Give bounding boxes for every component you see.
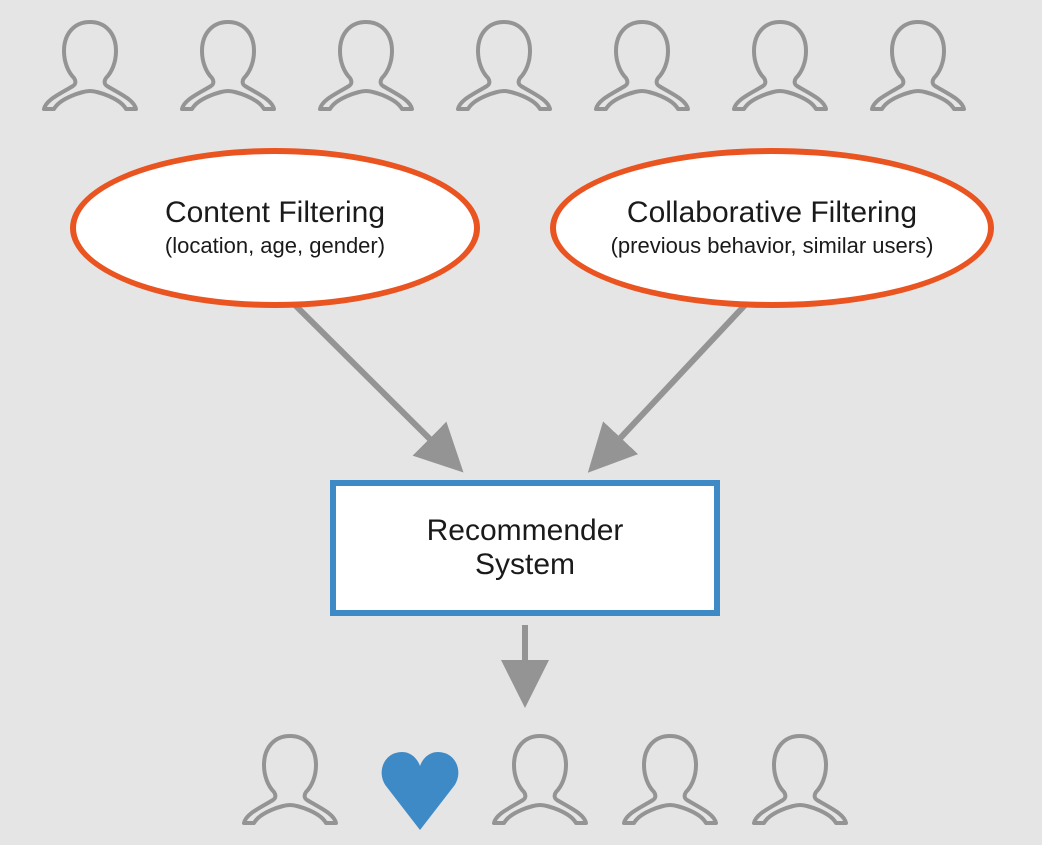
arrow-collab-to-recommender [596, 305, 745, 464]
bottom-output-row [244, 736, 846, 830]
diagram-canvas: Content Filtering (location, age, gender… [0, 0, 1042, 845]
user-icon [734, 22, 826, 109]
heart-icon [382, 752, 459, 830]
user-icon [320, 22, 412, 109]
recommender-line1: Recommender [427, 514, 624, 549]
user-icon [596, 22, 688, 109]
content-filtering-title: Content Filtering [165, 197, 385, 229]
user-icon [624, 736, 716, 823]
user-icon [244, 736, 336, 823]
collaborative-filtering-subtitle: (previous behavior, similar users) [611, 233, 934, 259]
content-filtering-node: Content Filtering (location, age, gender… [70, 148, 480, 308]
collaborative-filtering-title: Collaborative Filtering [627, 197, 917, 229]
user-icon [754, 736, 846, 823]
recommender-line2: System [475, 548, 575, 583]
svg-layer [0, 0, 1042, 845]
user-icon [494, 736, 586, 823]
content-filtering-subtitle: (location, age, gender) [165, 233, 385, 259]
recommender-system-node: Recommender System [330, 480, 720, 616]
user-icon [458, 22, 550, 109]
arrow-content-to-recommender [295, 305, 455, 464]
user-icon [182, 22, 274, 109]
user-icon [872, 22, 964, 109]
user-icon [44, 22, 136, 109]
top-users-row [44, 22, 964, 109]
collaborative-filtering-node: Collaborative Filtering (previous behavi… [550, 148, 994, 308]
